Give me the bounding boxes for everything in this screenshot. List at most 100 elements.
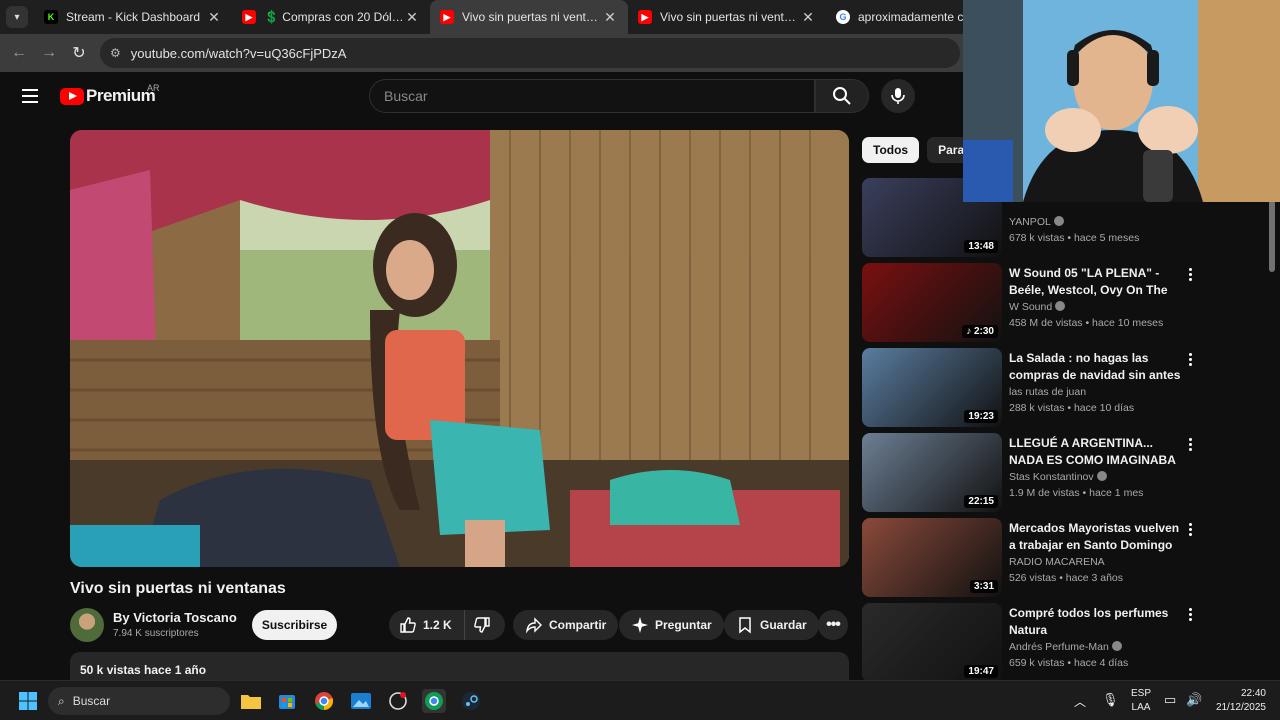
close-icon[interactable]: ✕ — [602, 9, 618, 26]
clock[interactable]: 22:40 21/12/2025 — [1208, 688, 1266, 713]
ask-button[interactable]: Preguntar — [619, 610, 724, 640]
like-dislike-group: 1.2 K — [389, 610, 505, 640]
photos-app-icon[interactable] — [349, 689, 373, 713]
dislike-button[interactable] — [465, 610, 505, 640]
browser-tab-active[interactable]: ▶ Vivo sin puertas ni ventanas - Y ✕ — [430, 0, 628, 34]
logo-text: Premium — [86, 86, 156, 105]
channel-label: las rutas de juan — [1009, 386, 1087, 398]
more-vertical-icon[interactable] — [1186, 352, 1194, 367]
recommendation-channel[interactable]: YANPOL — [1009, 216, 1064, 228]
like-button[interactable]: 1.2 K — [389, 610, 465, 640]
menu-icon[interactable] — [22, 89, 38, 103]
save-button[interactable]: Guardar — [724, 610, 819, 640]
youtube-icon: ▶ — [440, 10, 454, 24]
chrome-icon[interactable] — [312, 689, 336, 713]
recommendation-channel[interactable]: Stas Konstantinov — [1009, 471, 1107, 483]
video-player[interactable] — [70, 130, 849, 567]
recommendation-item[interactable]: ♪ 2:30 W Sound 05 "LA PLENA" - Beéle, Wes… — [862, 263, 1202, 343]
search-input[interactable]: Buscar — [369, 79, 815, 113]
close-icon[interactable]: ✕ — [800, 9, 816, 26]
recommendation-channel[interactable]: W Sound — [1009, 301, 1066, 313]
voice-search-button[interactable] — [881, 79, 915, 113]
close-icon[interactable]: ✕ — [404, 9, 420, 26]
tab-title: Stream - Kick Dashboard — [66, 10, 201, 24]
recommendation-item[interactable]: 3:31 Mercados Mayoristas vuelven a trabaj… — [862, 518, 1202, 598]
recommendation-item[interactable]: 19:23 La Salada : no hagas las compras de… — [862, 348, 1202, 428]
video-thumbnail[interactable]: ♪ 2:30 — [862, 263, 1002, 342]
site-info-icon[interactable]: ⚙ — [110, 46, 121, 60]
forward-button[interactable]: → — [34, 38, 64, 68]
recommendation-meta: 526 vistas • hace 3 años — [1009, 572, 1123, 584]
input-language[interactable]: ESP LAA — [1128, 688, 1154, 713]
back-button[interactable]: ← — [4, 38, 34, 68]
recommendation-meta: 288 k vistas • hace 10 días — [1009, 402, 1135, 414]
duration-badge: 13:48 — [964, 240, 998, 253]
windows-start-icon[interactable] — [16, 689, 40, 713]
file-explorer-icon[interactable] — [239, 689, 263, 713]
volume-icon[interactable]: 🔊 — [1186, 692, 1202, 708]
more-vertical-icon[interactable] — [1186, 437, 1194, 452]
recommendation-title[interactable]: Mercados Mayoristas vuelven a trabajar e… — [1009, 520, 1181, 554]
recommendation-meta: 458 M de vistas • hace 10 meses — [1009, 317, 1164, 329]
verified-icon — [1111, 641, 1122, 651]
share-button[interactable]: Compartir — [513, 610, 619, 640]
taskbar-search-input[interactable]: ⌕ Buscar — [48, 687, 230, 715]
channel-avatar[interactable] — [70, 608, 104, 642]
recommendation-meta: 1.9 M de vistas • hace 1 mes — [1009, 487, 1144, 499]
address-bar[interactable]: ⚙ youtube.com/watch?v=uQ36cFjPDzA — [100, 38, 960, 68]
webcam-feed — [963, 0, 1280, 202]
steam-icon[interactable] — [459, 689, 483, 713]
browser-tab[interactable]: ▶ 💲 Compras con 20 Dólares en ✕ — [232, 0, 430, 34]
more-vertical-icon[interactable] — [1186, 522, 1194, 537]
youtube-icon: ▶ — [638, 10, 652, 24]
save-label: Guardar — [760, 618, 807, 632]
verified-icon — [1055, 301, 1066, 311]
channel-name[interactable]: By Victoria Toscano — [113, 610, 237, 625]
video-thumbnail[interactable]: 3:31 — [862, 518, 1002, 597]
tab-title: 💲 Compras con 20 Dólares en — [264, 10, 404, 24]
clock-date: 21/12/2025 — [1215, 702, 1266, 713]
youtube-icon: ▶ — [242, 10, 256, 24]
thumbs-up-icon — [400, 617, 416, 633]
recommendation-channel[interactable]: RADIO MACARENA — [1009, 556, 1105, 568]
microsoft-store-icon[interactable] — [275, 689, 299, 713]
youtube-premium-logo[interactable]: Premium AR — [60, 83, 160, 106]
taskbar-search-placeholder: Buscar — [72, 694, 111, 708]
subscriber-count: 7.94 K suscriptores — [113, 628, 199, 639]
language-code: ESP — [1130, 688, 1151, 699]
more-vertical-icon[interactable] — [1186, 267, 1194, 282]
recommendation-item[interactable]: 22:15 LLEGUÉ A ARGENTINA... NADA ES COMO … — [862, 433, 1202, 513]
search-icon: ⌕ — [58, 693, 65, 708]
more-actions-button[interactable]: ••• — [818, 610, 848, 640]
video-thumbnail[interactable]: 19:47 — [862, 603, 1002, 682]
chip-all[interactable]: Todos — [862, 137, 920, 163]
browser-tab[interactable]: K Stream - Kick Dashboard ✕ — [34, 0, 232, 34]
recommendation-title[interactable]: Compré todos los perfumes Natura — [1009, 605, 1181, 639]
recorder-app-icon[interactable] — [386, 689, 410, 713]
browser-tab[interactable]: ▶ Vivo sin puertas ni ventanas - Y ✕ — [628, 0, 826, 34]
chrome-profile-icon[interactable] — [422, 689, 446, 713]
network-icon[interactable]: ▭ — [1164, 692, 1176, 708]
subscribe-button[interactable]: Suscribirse — [252, 610, 337, 640]
video-thumbnail[interactable]: 19:23 — [862, 348, 1002, 427]
page-scrollbar[interactable] — [1269, 200, 1275, 272]
recommendation-title[interactable]: La Salada : no hagas las compras de navi… — [1009, 350, 1181, 384]
microphone-tray-icon[interactable]: 🎙 — [1102, 692, 1119, 708]
reload-button[interactable]: ↻ — [64, 38, 94, 68]
video-thumbnail[interactable]: 22:15 — [862, 433, 1002, 512]
more-vertical-icon[interactable] — [1186, 607, 1194, 622]
region-code: AR — [147, 83, 160, 93]
windows-taskbar: ⌕ Buscar ︿ 🎙 ESP LAA ▭ 🔊 22:40 21/12/202… — [0, 680, 1280, 720]
recommendation-item[interactable]: 19:47 Compré todos los perfumes Natura And… — [862, 603, 1202, 683]
recommendation-channel[interactable]: las rutas de juan — [1009, 386, 1086, 398]
video-frame — [70, 130, 849, 567]
tab-search-button[interactable]: ▾ — [6, 6, 28, 28]
search-button[interactable] — [815, 79, 869, 113]
close-icon[interactable]: ✕ — [206, 9, 222, 26]
video-title: Vivo sin puertas ni ventanas — [70, 580, 286, 597]
recommendation-title[interactable]: LLEGUÉ A ARGENTINA... NADA ES COMO IMAGI… — [1009, 435, 1181, 469]
channel-label: RADIO MACARENA — [1009, 556, 1105, 568]
chevron-up-icon[interactable]: ︿ — [1074, 693, 1086, 710]
recommendation-title[interactable]: W Sound 05 "LA PLENA" - Beéle, Westcol, … — [1009, 265, 1181, 299]
recommendation-channel[interactable]: Andrés Perfume-Man — [1009, 641, 1122, 653]
